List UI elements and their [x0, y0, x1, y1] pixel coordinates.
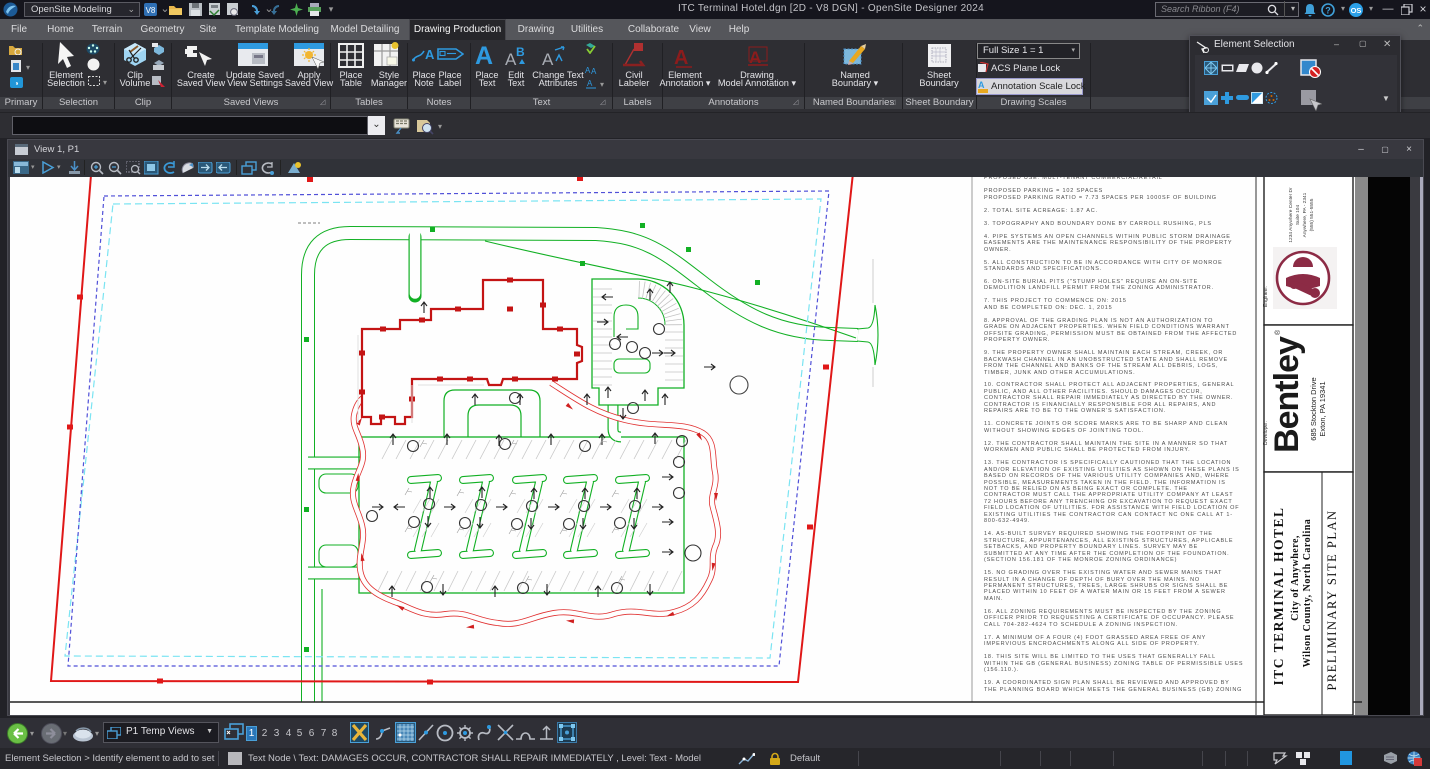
svg-text:A: A [978, 80, 985, 90]
svg-text:OS: OS [1351, 6, 1362, 15]
svg-text:(555) 551-5555: (555) 551-5555 [1309, 198, 1315, 231]
svg-text:1234 Anywhere Center Dr: 1234 Anywhere Center Dr [1288, 187, 1294, 243]
svg-text:City of Anywhere,: City of Anywhere, [1290, 535, 1301, 621]
svg-text:A: A [425, 47, 435, 62]
svg-text:Bentley: Bentley [1268, 336, 1306, 453]
svg-text:®: ® [1274, 329, 1282, 335]
svg-text:685 Stockton Drive: 685 Stockton Drive [1309, 377, 1318, 440]
svg-text:B: B [516, 45, 525, 59]
svg-text:?: ? [1325, 6, 1331, 16]
svg-text:Exton, PA 19341: Exton, PA 19341 [1318, 381, 1327, 436]
svg-text:Suite 104: Suite 104 [1295, 205, 1301, 226]
svg-text:PRELIMINARY SITE PLAN: PRELIMINARY SITE PLAN [1325, 509, 1339, 690]
svg-text:Wilson County, North Caroli: Wilson County, North Carolina [1302, 519, 1313, 668]
svg-text:A: A [749, 48, 761, 67]
svg-text:A: A [591, 67, 597, 75]
svg-text:Engineer:: Engineer: [1263, 286, 1269, 307]
svg-text:V8: V8 [146, 6, 156, 15]
svg-text:ITC TERMINAL HOTEL: ITC TERMINAL HOTEL [1271, 506, 1286, 685]
svg-text:A: A [542, 50, 554, 68]
svg-text:◑: ◑ [14, 81, 18, 88]
svg-text:A: A [674, 47, 688, 68]
svg-text:A: A [587, 79, 593, 88]
svg-text:Anywhere, PA - 2341: Anywhere, PA - 2341 [1302, 192, 1308, 237]
